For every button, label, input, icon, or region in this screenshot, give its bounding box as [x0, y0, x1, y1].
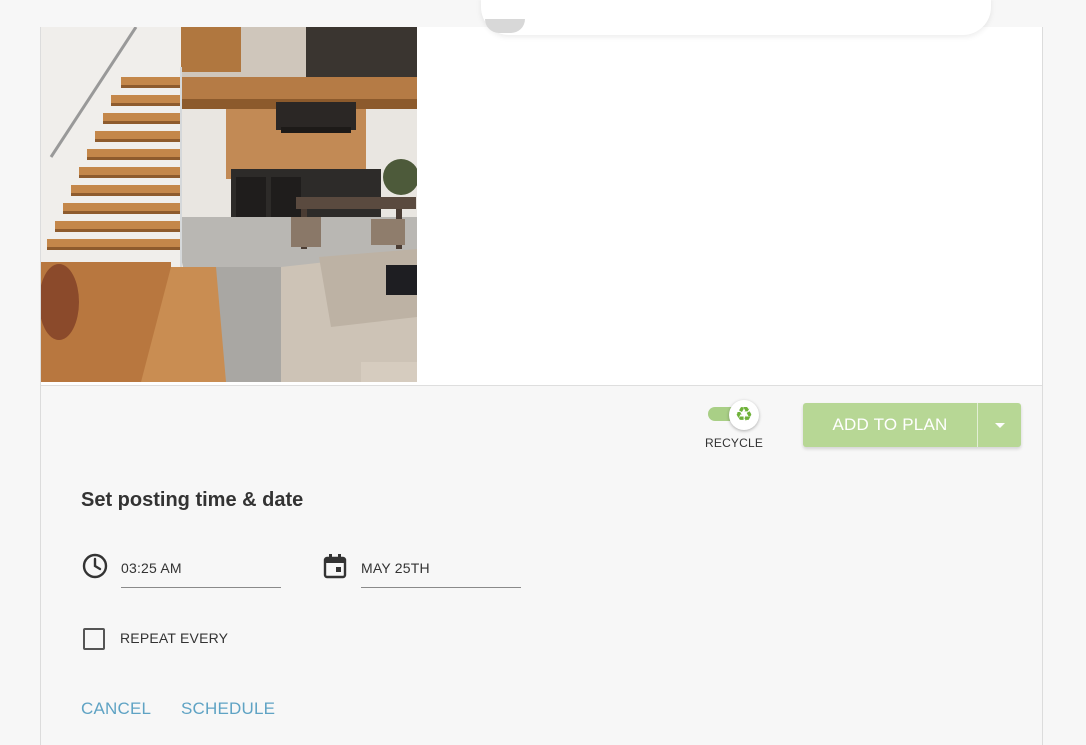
date-field[interactable]: MAY 25TH: [321, 552, 561, 592]
time-field[interactable]: 03:25 AM: [81, 552, 321, 592]
add-to-plan-label[interactable]: ADD TO PLAN: [803, 403, 978, 447]
time-underline: [121, 587, 281, 588]
form-title: Set posting time & date: [81, 489, 304, 511]
ghost-caption-bubble: [481, 0, 991, 35]
recycle-icon[interactable]: ♻: [729, 400, 759, 430]
schedule-form: Set posting time & date 03:25 AM MAY 25T…: [41, 467, 1042, 745]
recycle-label: RECYCLE: [705, 436, 764, 450]
date-value[interactable]: MAY 25TH: [361, 560, 430, 576]
post-image: [41, 27, 417, 382]
calendar-icon: [323, 554, 347, 579]
repeat-option[interactable]: REPEAT EVERY: [81, 627, 281, 651]
add-to-plan-button[interactable]: ADD TO PLAN: [803, 403, 1021, 447]
repeat-checkbox[interactable]: [83, 628, 105, 650]
post-preview: [41, 0, 1042, 385]
date-underline: [361, 587, 521, 588]
cancel-button[interactable]: CANCEL: [81, 699, 151, 719]
clock-icon: [82, 553, 108, 579]
action-bar: ♻ RECYCLE ADD TO PLAN: [41, 385, 1042, 468]
chevron-down-icon: [994, 422, 1005, 428]
post-card: ♻ RECYCLE ADD TO PLAN Set posting time &…: [40, 0, 1043, 745]
recycle-toggle[interactable]: ♻ RECYCLE: [705, 400, 763, 450]
time-value[interactable]: 03:25 AM: [121, 560, 182, 576]
schedule-button[interactable]: SCHEDULE: [181, 699, 275, 719]
add-to-plan-dropdown-button[interactable]: [978, 403, 1021, 447]
page: ♻ RECYCLE ADD TO PLAN Set posting time &…: [0, 0, 1086, 745]
repeat-label[interactable]: REPEAT EVERY: [120, 630, 228, 646]
